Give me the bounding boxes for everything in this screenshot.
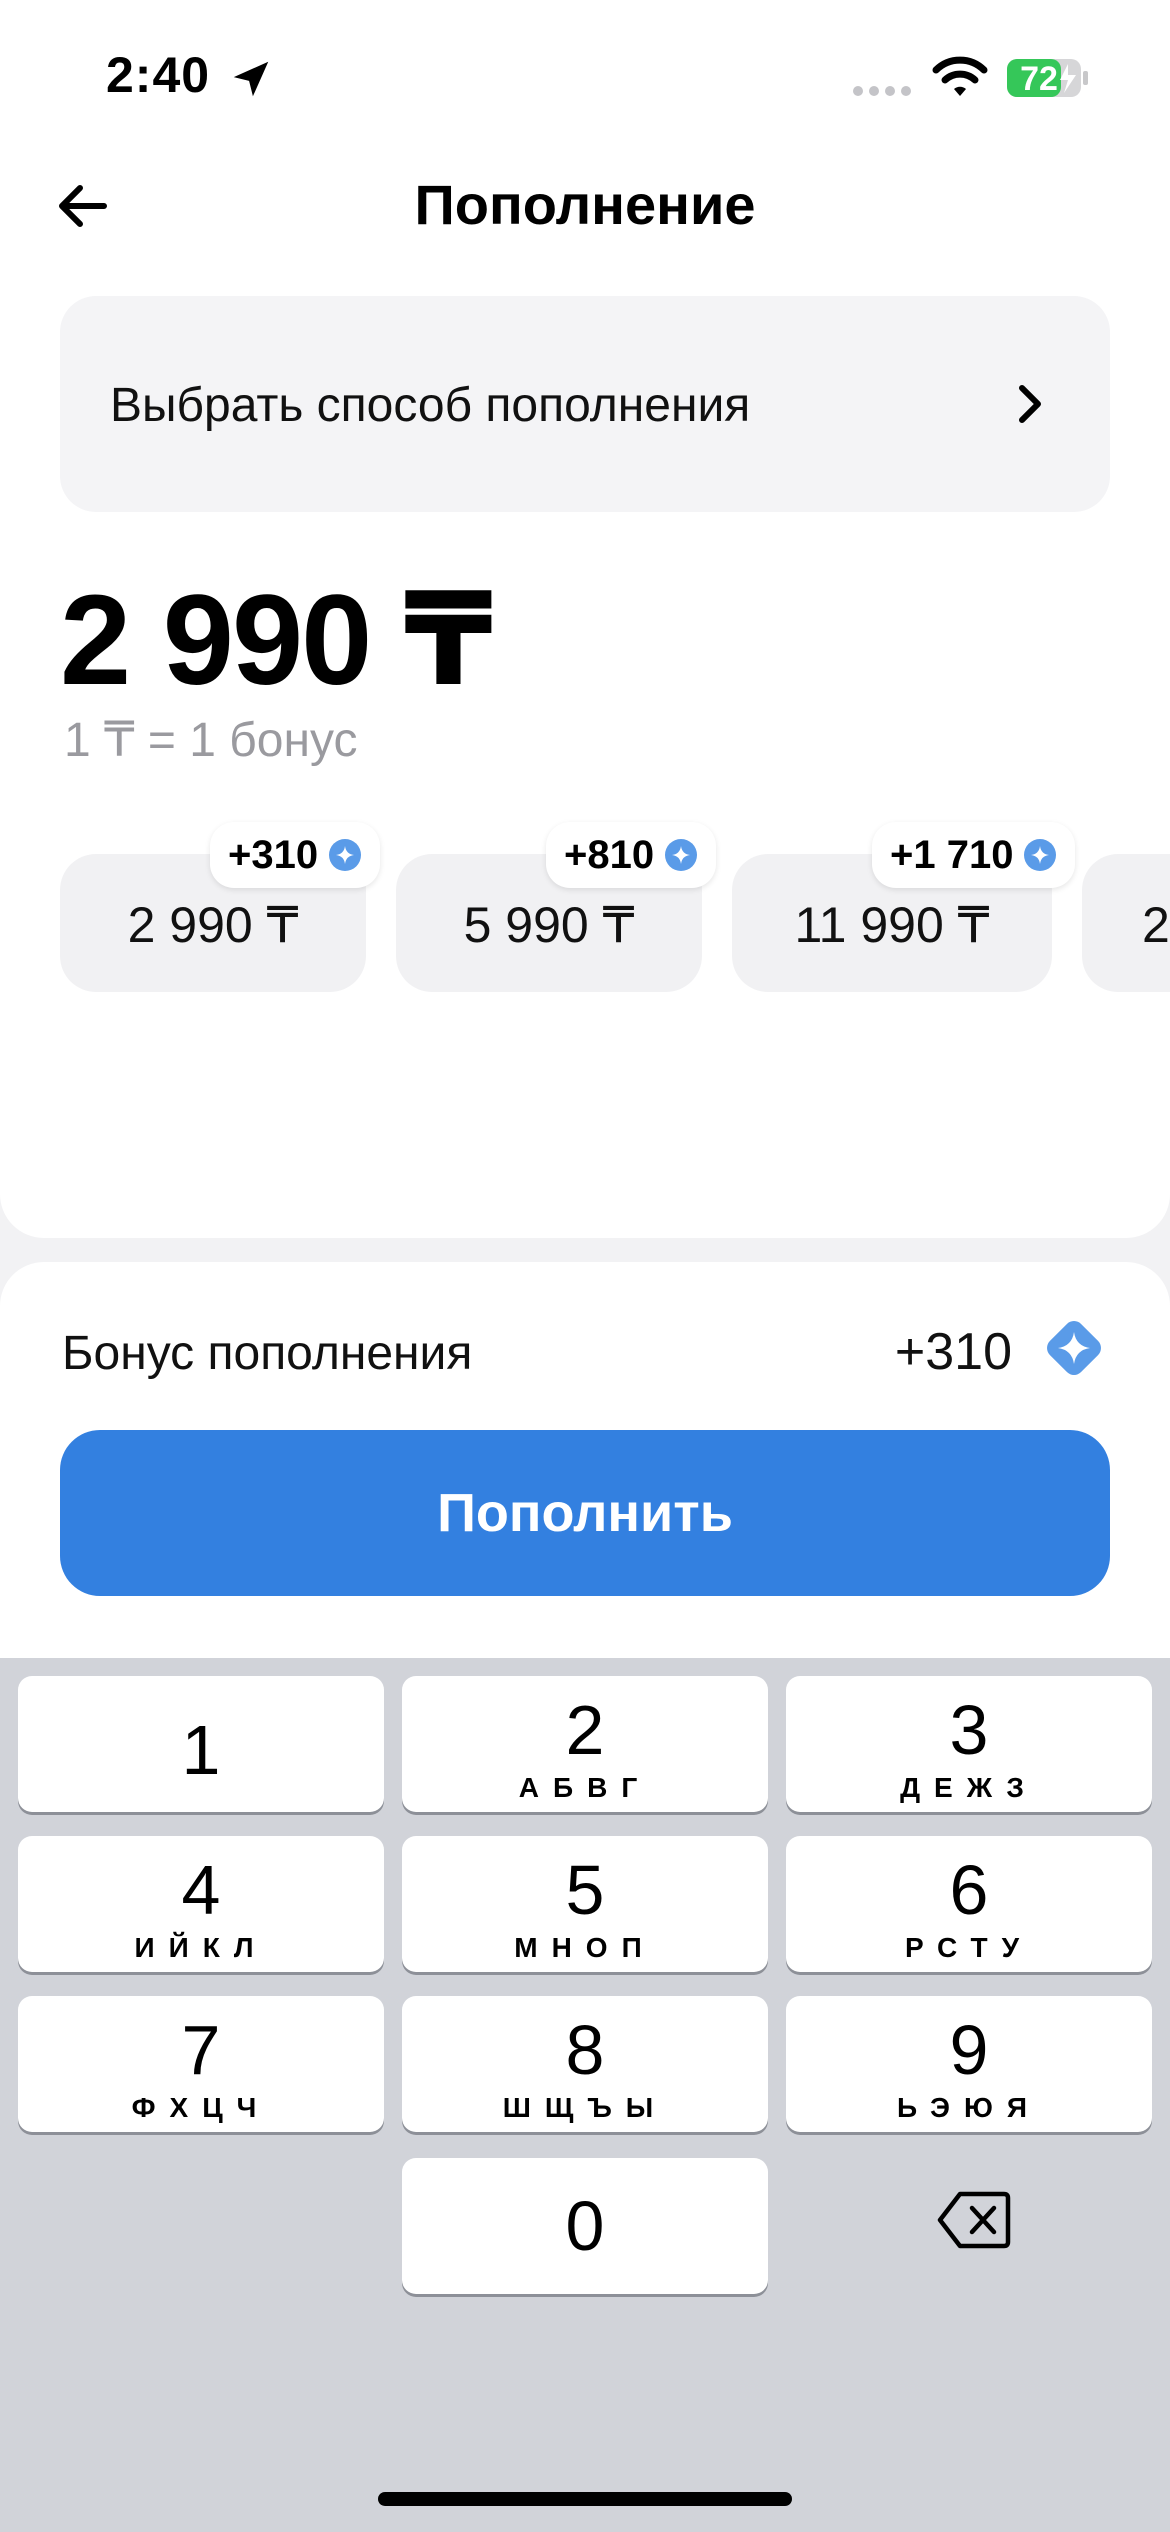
preset-amount: 2 [1142,897,1170,953]
key-letters: ДЕЖЗ [900,1772,1038,1803]
key-1[interactable]: 1 [18,1676,384,1812]
payment-method-selector[interactable]: Выбрать способ пополнения [60,296,1110,512]
bottom-sheet: Бонус пополнения +310 Пополнить [0,1262,1170,1682]
key-0[interactable]: 0 [402,2158,768,2294]
key-letters: МНОП [514,1932,656,1963]
key-digit: 4 [181,1851,221,1929]
key-4[interactable]: 4 ИЙКЛ [18,1836,384,1972]
key-3[interactable]: 3 ДЕЖЗ [786,1676,1152,1812]
location-arrow-icon [233,61,269,97]
preset-amount-chip[interactable]: 2 990 ₸ +310 [60,822,381,992]
key-7[interactable]: 7 ФХЦЧ [18,1996,384,2132]
key-6[interactable]: 6 РСТУ [786,1836,1152,1972]
preset-bonus-value: +810 [564,832,655,877]
key-digit: 9 [949,2011,989,2089]
topup-button[interactable]: Пополнить [60,1430,1110,1596]
bonus-diamond-icon [1047,1321,1101,1375]
preset-bonus-badge: +810 [546,822,717,888]
top-sheet: 2:40 72 Пополнение Выбрать способ пополн… [0,0,1170,1238]
key-letters: АБВГ [518,1772,652,1803]
status-time: 2:40 [106,47,211,103]
battery-level: 72 [1020,60,1058,98]
key-digit: 6 [949,1851,989,1929]
key-5[interactable]: 5 МНОП [402,1836,768,1972]
key-letters: РСТУ [904,1932,1034,1963]
bonus-diamond-icon [1024,839,1057,871]
preset-amount-chip[interactable]: 2 [1082,854,1170,992]
wifi-icon [932,56,988,96]
preset-bonus-value: +310 [228,832,319,877]
preset-amount-chip[interactable]: 11 990 ₸ +1 710 [732,822,1076,992]
key-9[interactable]: 9 ЬЭЮЯ [786,1996,1152,2132]
preset-amount: 2 990 ₸ [127,897,299,953]
home-indicator [378,2492,792,2506]
key-digit: 2 [565,1691,605,1769]
preset-amount: 11 990 ₸ [794,897,990,953]
key-digit: 0 [565,2187,605,2265]
key-letters: ИЙКЛ [134,1932,268,1963]
key-8[interactable]: 8 ШЩЪЫ [402,1996,768,2132]
key-digit: 8 [565,2011,605,2089]
key-letters: ЬЭЮЯ [897,2092,1041,2123]
exchange-rate: 1 ₸ = 1 бонус [64,714,358,767]
bonus-label: Бонус пополнения [62,1327,473,1380]
key-2[interactable]: 2 АБВГ [402,1676,768,1812]
key-letters: ШЩЪЫ [502,2092,668,2123]
chevron-right-icon [1019,385,1041,423]
payment-method-label: Выбрать способ пополнения [110,379,751,432]
amount-display[interactable]: 2 990 ₸ [60,566,493,715]
cellular-signal-icon [853,86,911,96]
key-digit: 1 [181,1711,221,1789]
key-digit: 7 [181,2011,221,2089]
key-digit: 5 [565,1851,605,1929]
preset-amount-chip[interactable]: 5 990 ₸ +810 [396,822,717,992]
preset-amount: 5 990 ₸ [463,897,635,953]
key-digit: 3 [949,1691,989,1769]
preset-bonus-badge: +310 [210,822,381,888]
preset-bonus-value: +1 710 [890,832,1014,877]
page-title: Пополнение [414,173,756,236]
preset-bonus-badge: +1 710 [872,822,1076,888]
bonus-value: +310 [894,1323,1012,1381]
bonus-diamond-icon [665,839,698,871]
key-letters: ФХЦЧ [131,2092,271,2123]
bonus-diamond-icon [329,839,362,871]
backspace-icon[interactable] [936,2190,1012,2250]
